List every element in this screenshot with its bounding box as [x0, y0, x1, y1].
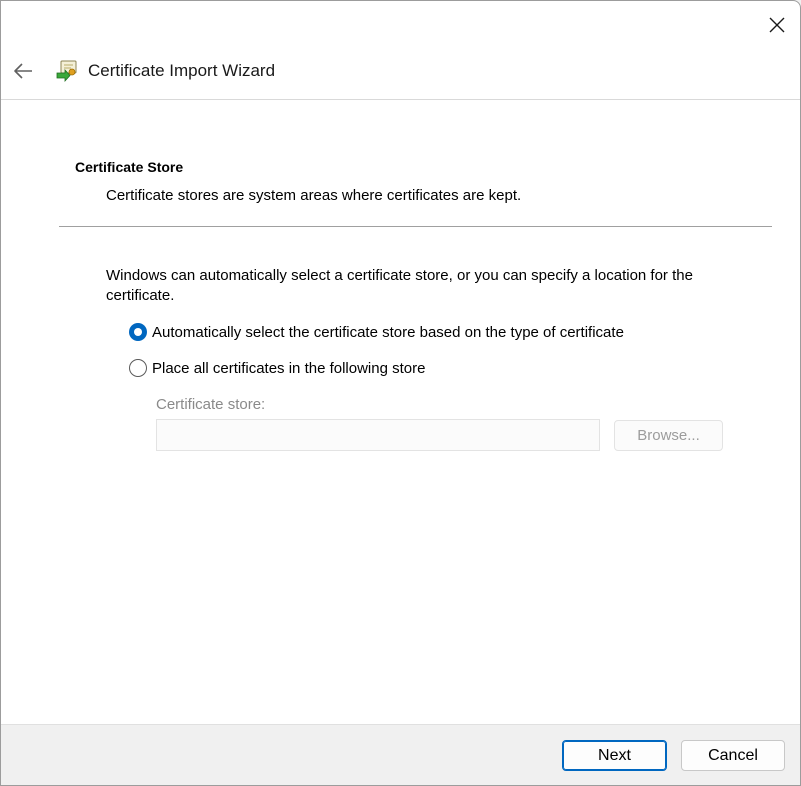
back-button[interactable] — [9, 57, 37, 85]
footer: Next Cancel — [1, 724, 800, 785]
header-divider — [59, 226, 772, 227]
auto-select-option[interactable]: Automatically select the certificate sto… — [129, 321, 624, 343]
radio-place-in-store-label: Place all certificates in the following … — [152, 359, 426, 377]
cancel-button[interactable]: Cancel — [681, 740, 785, 771]
certificate-import-icon — [56, 60, 77, 83]
radio-place-in-store[interactable] — [129, 359, 147, 377]
close-button[interactable] — [755, 5, 799, 45]
next-button[interactable]: Next — [562, 740, 667, 771]
wizard-title: Certificate Import Wizard — [88, 61, 276, 80]
back-arrow-icon — [14, 63, 32, 79]
section-description: Certificate stores are system areas wher… — [106, 187, 522, 204]
certificate-store-input[interactable] — [156, 419, 600, 451]
wizard-window: Certificate Import Wizard Certificate St… — [0, 0, 801, 786]
title-bar: Certificate Import Wizard — [1, 49, 800, 100]
intro-text: Windows can automatically select a certi… — [106, 267, 693, 304]
browse-button[interactable]: Browse... — [614, 420, 723, 451]
close-icon — [769, 17, 785, 33]
section-title: Certificate Store — [75, 159, 184, 175]
radio-auto-select-label: Automatically select the certificate sto… — [152, 323, 624, 341]
place-in-store-option[interactable]: Place all certificates in the following … — [129, 357, 425, 379]
certificate-store-label: Certificate store: — [156, 396, 266, 413]
radio-auto-select[interactable] — [129, 323, 147, 341]
